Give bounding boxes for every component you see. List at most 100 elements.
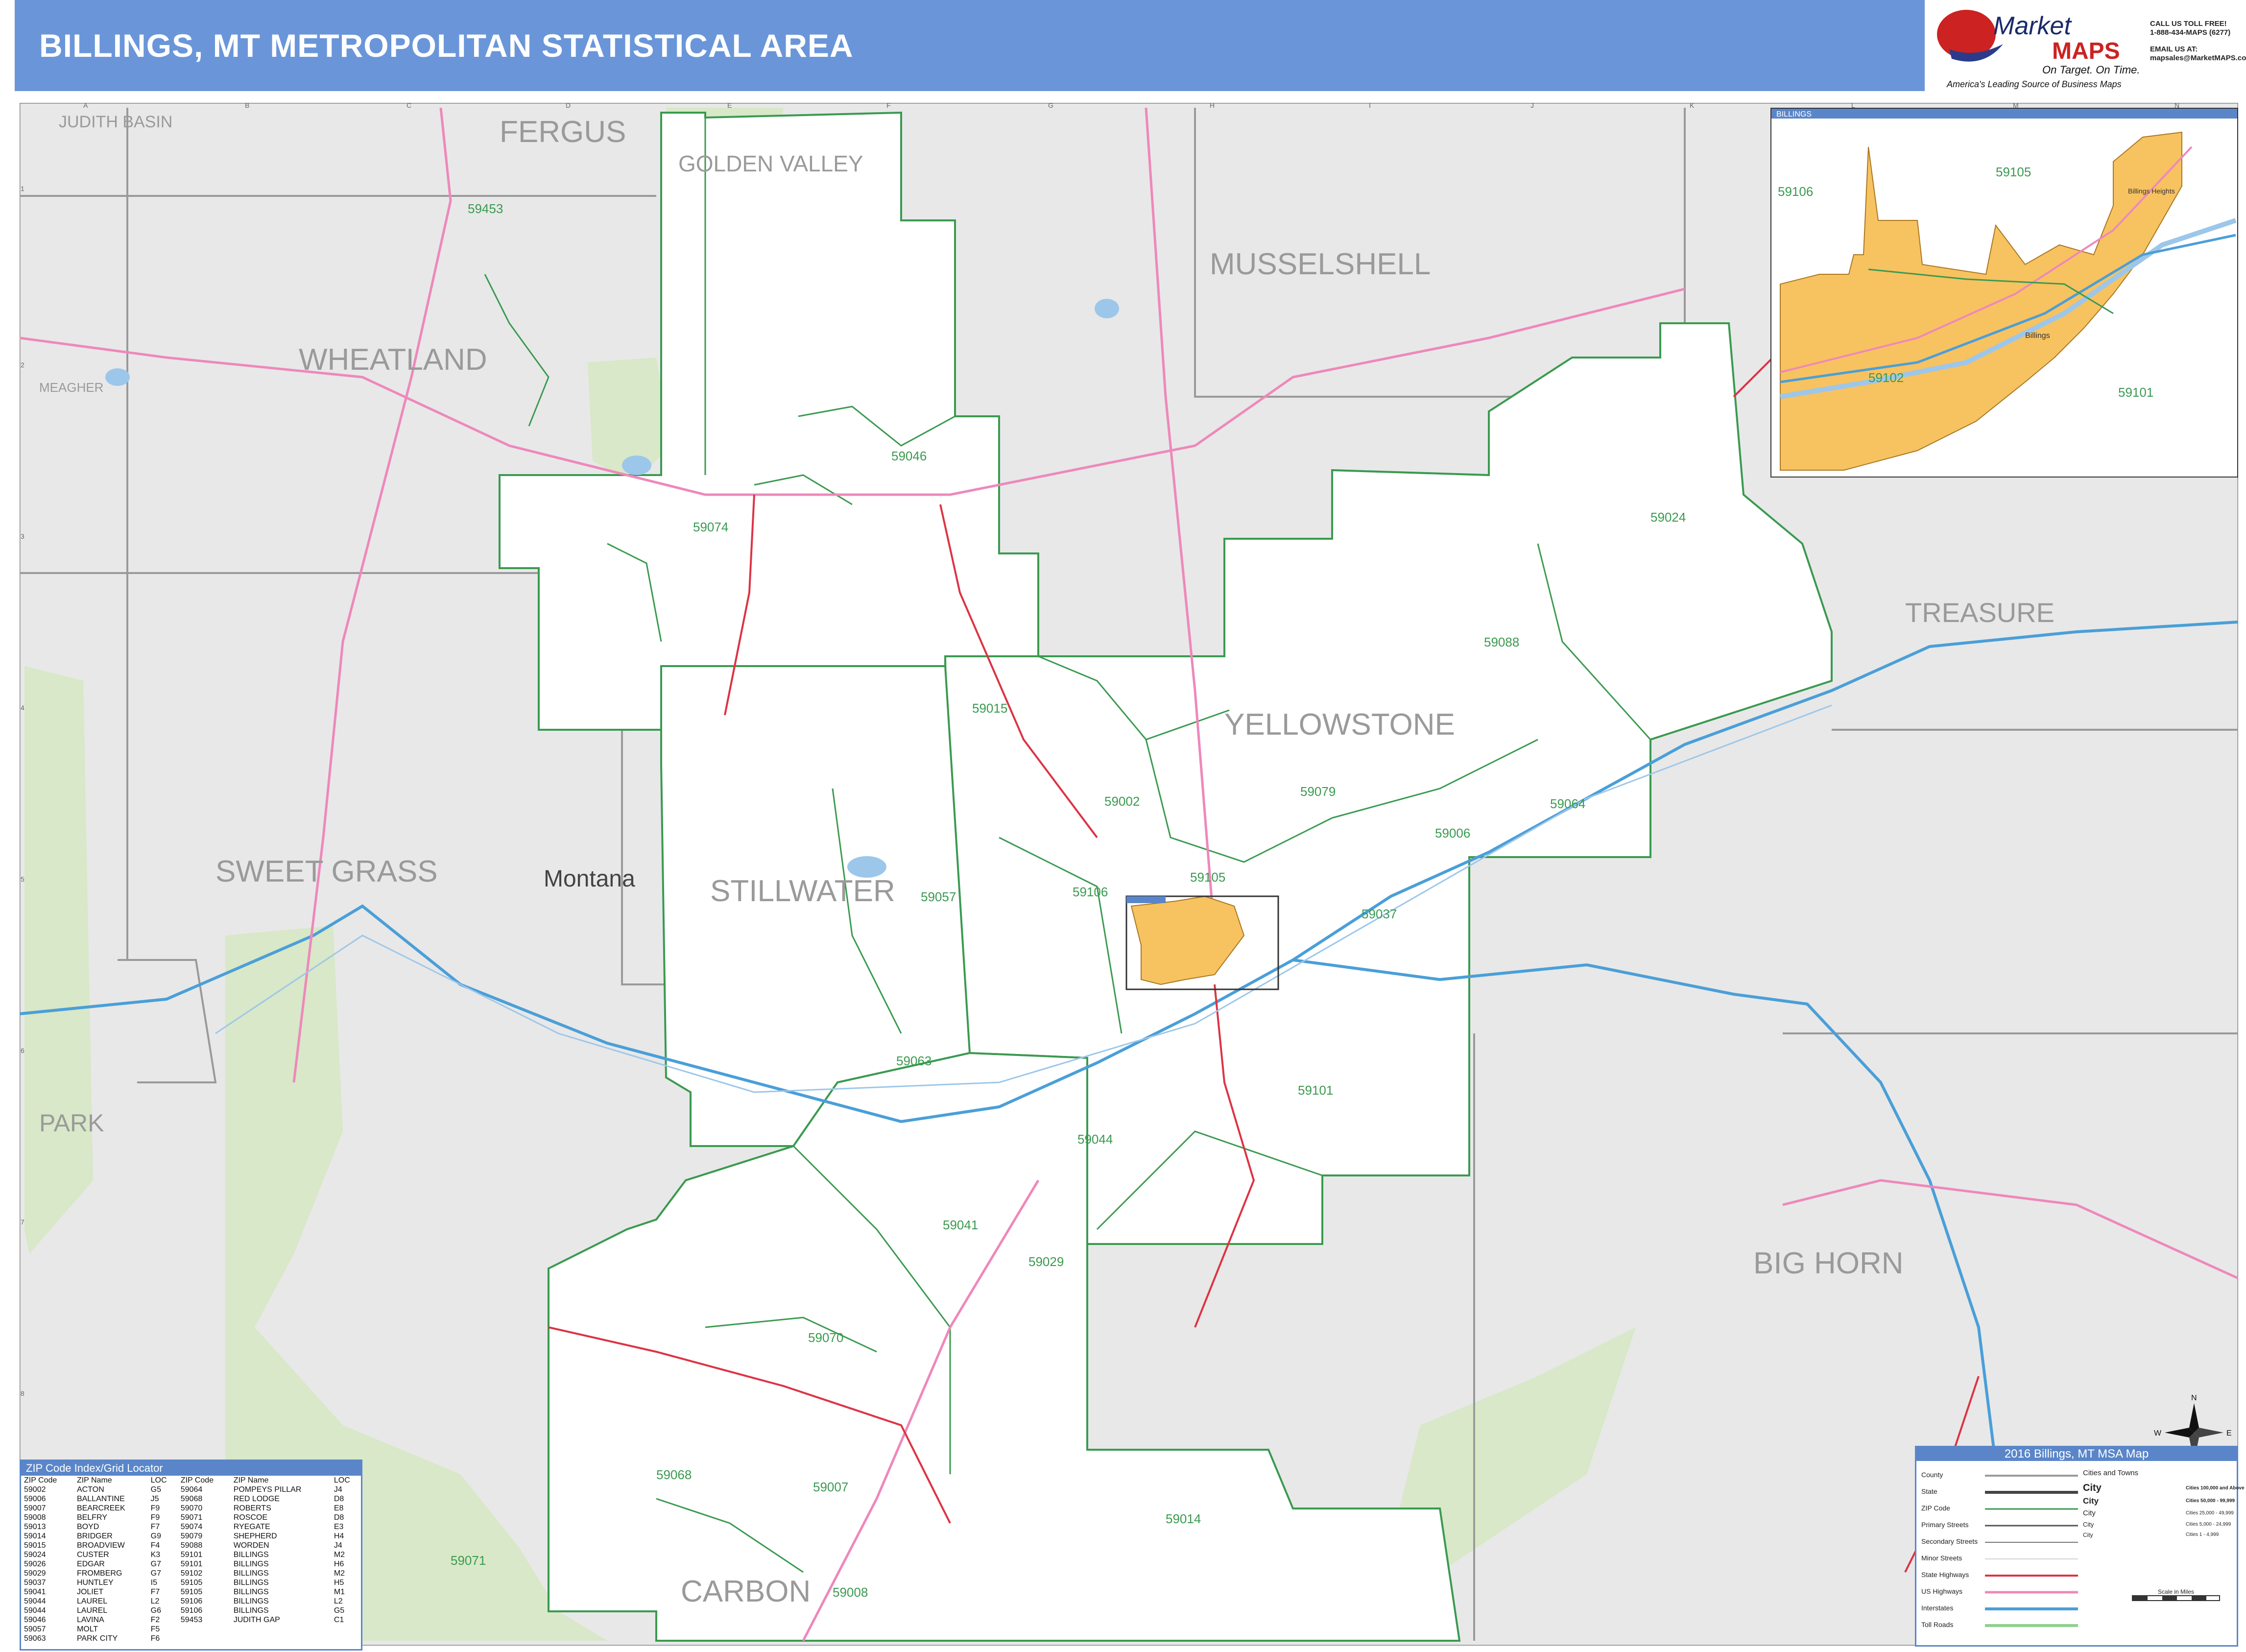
billings-inset-map: BILLINGS 59105 59106 59102 59101 Billing… <box>1770 108 2238 478</box>
page-title: BILLINGS, MT METROPOLITAN STATISTICAL AR… <box>39 27 854 64</box>
zip-index-row: 59026 EDGAR G7 59101 BILLINGS H6 <box>21 1559 361 1569</box>
grid-col-k: K <box>1690 103 1695 109</box>
zip-label-59041: 59041 <box>943 1218 978 1232</box>
zip-index-cell: K3 <box>150 1551 161 1559</box>
zip-index-row: 59007 BEARCREEK F9 59070 ROBERTS E8 <box>21 1504 361 1513</box>
legend-item-secondary-streets: Secondary Streets <box>1921 1537 1978 1545</box>
zip-index-cell: LAUREL <box>76 1606 108 1615</box>
legend-item-state-highways: State Highways <box>1921 1571 1969 1579</box>
county-label-golden-valley: GOLDEN VALLEY <box>678 151 863 176</box>
legend-item-zip-code: ZIP Code <box>1921 1504 1950 1512</box>
legend-cities-heading: Cities and Towns <box>2083 1469 2139 1477</box>
zip-index-cell <box>178 1634 231 1643</box>
contact-info: CALL US TOLL FREE! 1-888-434-MAPS (6277)… <box>2150 20 2246 63</box>
zip-index-cell <box>178 1625 231 1634</box>
logo-brand-line1: Market <box>1993 12 2072 40</box>
zip-index-row: 59044 LAUREL L2 59106 BILLINGS L2 <box>21 1597 361 1606</box>
zip-index-cell: 59105 <box>180 1579 203 1587</box>
zip-index-cell: 59101 <box>180 1560 203 1568</box>
zip-index-cell: BILLINGS <box>233 1588 269 1596</box>
zip-label-59015: 59015 <box>972 701 1007 716</box>
zip-index-cell: F2 <box>150 1616 160 1624</box>
title-banner: BILLINGS, MT METROPOLITAN STATISTICAL AR… <box>15 0 1925 91</box>
zip-index-cell: L2 <box>150 1597 160 1605</box>
grid-row-1: 1 <box>21 185 24 192</box>
zip-label-59063: 59063 <box>896 1053 932 1068</box>
zip-index-cell: 59037 <box>24 1579 46 1587</box>
zip-index-cell: 59046 <box>24 1616 46 1624</box>
zip-index-cell: 59008 <box>24 1513 46 1522</box>
zip-index-cell: H4 <box>334 1532 344 1540</box>
grid-col-a: A <box>83 103 88 109</box>
map-legend: 2016 Billings, MT MSA Map County State Z… <box>1915 1446 2245 1647</box>
grid-col-h: H <box>1210 103 1215 109</box>
zip-index-cell: HUNTLEY <box>76 1579 114 1587</box>
zip-index-cell: G6 <box>150 1606 161 1615</box>
zip-index-col-name-2: ZIP Name <box>233 1476 269 1484</box>
county-label-judith-basin: JUDITH BASIN <box>59 113 172 131</box>
grid-col-j: J <box>1530 103 1534 109</box>
zip-index-cell: G7 <box>150 1569 161 1578</box>
zip-index-cell: 59106 <box>180 1606 203 1615</box>
zip-index-cell: ROBERTS <box>233 1504 271 1512</box>
zip-index-cell: 59041 <box>24 1588 46 1596</box>
zip-index-row: 59024 CUSTER K3 59101 BILLINGS M2 <box>21 1550 361 1559</box>
zip-index-cell: BILLINGS <box>233 1579 269 1587</box>
legend-item-minor-streets: Minor Streets <box>1921 1554 1962 1562</box>
zip-index-cell: 59044 <box>24 1597 46 1605</box>
compass-n: N <box>2191 1394 2197 1402</box>
grid-row-6: 6 <box>21 1047 24 1054</box>
zip-index-col-zip: ZIP Code <box>24 1476 57 1484</box>
zip-index-cell: 59102 <box>180 1569 203 1578</box>
zip-index-cell: 59057 <box>24 1625 46 1633</box>
contact-toll-free-label: CALL US TOLL FREE! <box>2150 20 2227 28</box>
zip-index-cell: PARK CITY <box>76 1634 118 1643</box>
zip-index-row: 59037 HUNTLEY I5 59105 BILLINGS H5 <box>21 1578 361 1587</box>
zip-index-cell: RED LODGE <box>233 1495 280 1503</box>
inset-zip-59105: 59105 <box>1996 165 2031 179</box>
legend-item-interstates: Interstates <box>1921 1604 1954 1612</box>
zip-index-cell: F9 <box>150 1504 160 1512</box>
zip-index-cell: F7 <box>150 1588 160 1596</box>
zip-index-cell: I5 <box>150 1579 157 1587</box>
legend-city-size-1: Cities 100,000 and Above <box>2186 1485 2245 1491</box>
zip-index-cell: EDGAR <box>76 1560 105 1568</box>
grid-col-b: B <box>245 103 249 109</box>
zip-label-59014: 59014 <box>1166 1511 1201 1526</box>
grid-row-8: 8 <box>21 1389 24 1397</box>
zip-label-59006: 59006 <box>1435 826 1470 840</box>
zip-index-row: 59044 LAUREL G6 59106 BILLINGS G5 <box>21 1606 361 1615</box>
zip-index-row: 59041 JOLIET F7 59105 BILLINGS M1 <box>21 1587 361 1597</box>
legend-city-label-2: City <box>2083 1496 2099 1506</box>
zip-index-row: 59006 BALLANTINE J5 59068 RED LODGE D8 <box>21 1494 361 1504</box>
inset-zip-59101: 59101 <box>2118 385 2153 400</box>
inset-place-billings-heights: Billings Heights <box>2128 187 2175 195</box>
zip-index-header-row: ZIP Code ZIP Name LOC ZIP Code ZIP Name … <box>21 1476 361 1485</box>
lake-deadmans <box>622 455 651 475</box>
zip-index-cell: G5 <box>334 1606 345 1615</box>
zip-label-59071: 59071 <box>451 1553 486 1568</box>
zip-index-cell: 59106 <box>180 1597 203 1605</box>
zip-index-cell: 59088 <box>180 1541 203 1550</box>
zip-index-cell: J5 <box>150 1495 159 1503</box>
compass-w: W <box>2154 1429 2162 1437</box>
zip-index-row: 59013 BOYD F7 59074 RYEGATE E3 <box>21 1522 361 1532</box>
zip-index-cell: J4 <box>334 1485 342 1494</box>
zip-index-row: 59008 BELFRY F9 59071 ROSCOE D8 <box>21 1513 361 1522</box>
zip-label-59044: 59044 <box>1077 1132 1113 1147</box>
zip-index-cell: F4 <box>150 1541 160 1550</box>
zip-index-cell: LAUREL <box>76 1597 108 1605</box>
legend-city-row-2: City Cities 50,000 - 99,999 <box>2083 1496 2235 1506</box>
zip-index-cell: 59006 <box>24 1495 46 1503</box>
zip-index-cell: F7 <box>150 1523 160 1531</box>
zip-index-row: 59015 BROADVIEW F4 59088 WORDEN J4 <box>21 1541 361 1550</box>
zip-index-col-name: ZIP Name <box>76 1476 112 1484</box>
zip-index-cell: 59079 <box>180 1532 203 1540</box>
zip-label-59008: 59008 <box>833 1585 868 1600</box>
zip-label-59002: 59002 <box>1104 794 1140 809</box>
zip-index-cell: E3 <box>334 1523 344 1531</box>
zip-index-cell: 59074 <box>180 1523 203 1531</box>
legend-city-row-1: City Cities 100,000 and Above <box>2083 1483 2245 1494</box>
zip-index-cell: SHEPHERD <box>233 1532 277 1540</box>
zip-index-row: 59063 PARK CITY F6 <box>21 1634 361 1643</box>
